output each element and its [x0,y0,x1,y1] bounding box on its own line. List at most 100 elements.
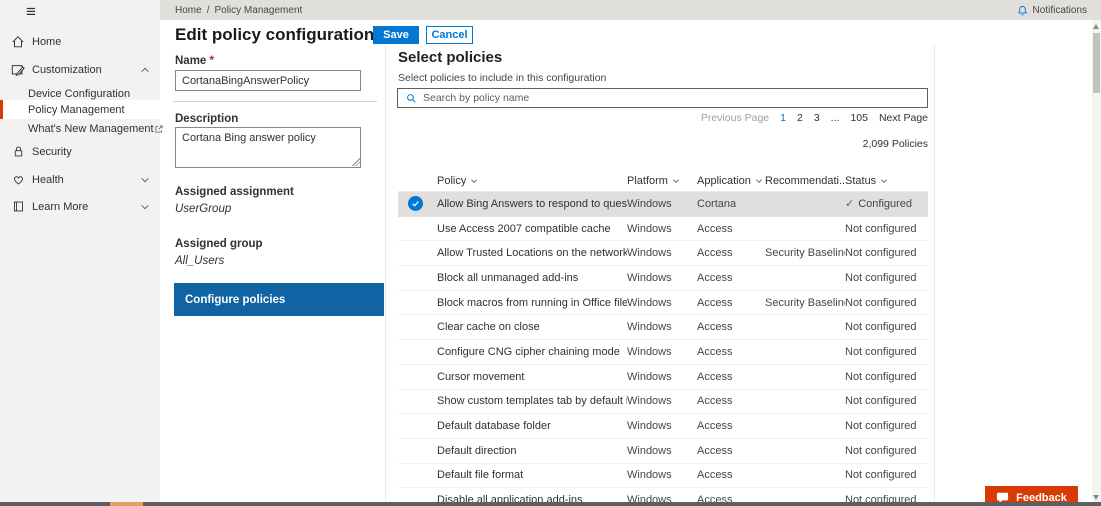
customization-icon [10,63,26,77]
platform-cell: Windows [627,371,697,383]
previous-page-button[interactable]: Previous Page [701,112,769,124]
sidebar-item-security[interactable]: Security [0,142,160,161]
table-row[interactable]: Default file format Windows Access ✓Not … [398,464,928,489]
sidebar-item-learn-more[interactable]: Learn More [0,197,160,216]
configured-check-icon: ✓ [845,198,854,210]
application-cell: Access [697,469,765,481]
name-field[interactable] [175,70,361,91]
status-cell: ✓Not configured [845,321,928,333]
cancel-button[interactable]: Cancel [426,26,473,44]
table-row[interactable]: Cursor movement Windows Access ✓Not conf… [398,365,928,390]
table-body: Allow Bing Answers to respond to questio… [398,192,928,506]
table-row[interactable]: Show custom templates tab by default in … [398,390,928,415]
assigned-assignment-label: Assigned assignment [175,186,294,198]
configure-policies-step[interactable]: Configure policies [174,283,384,316]
notifications-button[interactable]: Notifications [1017,5,1087,16]
application-cell: Access [697,272,765,284]
save-button[interactable]: Save [373,26,419,44]
breadcrumb-policy-management[interactable]: Policy Management [214,5,302,16]
sidebar-item-label: Learn More [32,201,88,213]
column-header-application[interactable]: Application [697,175,765,187]
table-row[interactable]: Default direction Windows Access ✓Not co… [398,439,928,464]
description-label: Description [175,113,238,125]
platform-cell: Windows [627,321,697,333]
sidebar-item-policy-management[interactable]: Policy Management [0,100,160,119]
policy-name-cell: Default file format [437,469,627,481]
description-field[interactable]: Cortana Bing answer policy [175,127,361,168]
column-header-recommendation[interactable]: Recommendati... [765,175,845,187]
name-label: Name * [175,55,214,67]
recommendation-cell: Security Baseline [765,297,845,309]
page-ellipsis: ... [831,112,840,124]
next-page-button[interactable]: Next Page [879,112,928,124]
horizontal-scrollbar-thumb[interactable] [110,502,143,506]
status-cell: ✓Not configured [845,247,928,259]
platform-cell: Windows [627,223,697,235]
table-header: Policy Platform Application Recommendati… [398,170,928,192]
table-row[interactable]: Configure CNG cipher chaining mode Windo… [398,340,928,365]
platform-cell: Windows [627,420,697,432]
status-cell: ✓Not configured [845,420,928,432]
table-row[interactable]: Allow Trusted Locations on the network W… [398,241,928,266]
sidebar-item-health[interactable]: Health [0,170,160,189]
table-row[interactable]: Clear cache on close Windows Access ✓Not… [398,315,928,340]
search-icon [406,93,417,104]
sidebar-item-label: Security [32,146,72,158]
status-cell: ✓Not configured [845,272,928,284]
policy-name-cell: Use Access 2007 compatible cache [437,223,627,235]
sidebar-item-home[interactable]: Home [0,32,160,51]
vertical-scrollbar[interactable] [1092,20,1101,506]
table-row[interactable]: Allow Bing Answers to respond to questio… [398,192,928,217]
breadcrumb-home[interactable]: Home [175,5,202,16]
scrollbar-thumb[interactable] [1093,33,1100,93]
status-cell: ✓Configured [845,197,928,210]
chevron-down-icon [755,177,763,185]
app-window: ≡ Home Customization Device Configuratio… [0,0,1101,506]
chevron-up-icon [140,65,150,75]
chevron-down-icon [880,177,888,185]
horizontal-scrollbar[interactable] [0,502,1101,506]
platform-cell: Windows [627,395,697,407]
scroll-down-arrow-icon[interactable] [1093,495,1099,500]
application-cell: Access [697,371,765,383]
page-title: Edit policy configuration [175,25,374,45]
table-row[interactable]: Block macros from running in Office file… [398,291,928,316]
page-button-2[interactable]: 2 [797,112,803,124]
platform-cell: Windows [627,469,697,481]
policy-name-cell: Allow Trusted Locations on the network [437,247,627,259]
column-header-status[interactable]: Status [845,175,928,187]
search-input[interactable] [423,92,927,104]
policies-count: 2,099 Policies [398,138,928,150]
policy-search-box[interactable] [397,88,928,108]
selected-check-icon[interactable] [408,196,423,211]
page-button-1[interactable]: 1 [780,112,786,124]
page-button-105[interactable]: 105 [850,112,868,124]
table-row[interactable]: Block all unmanaged add-ins Windows Acce… [398,266,928,291]
application-cell: Access [697,420,765,432]
page-button-3[interactable]: 3 [814,112,820,124]
recommendation-cell: Security Baseline [765,247,845,259]
table-row[interactable]: Use Access 2007 compatible cache Windows… [398,217,928,242]
column-header-policy[interactable]: Policy [437,175,627,187]
column-header-platform[interactable]: Platform [627,175,697,187]
platform-cell: Windows [627,297,697,309]
external-link-icon [154,124,164,134]
application-cell: Cortana [697,198,765,210]
topbar: Home / Policy Management Notifications [160,0,1101,20]
platform-cell: Windows [627,272,697,284]
application-cell: Access [697,321,765,333]
platform-cell: Windows [627,346,697,358]
sidebar-item-whats-new-management[interactable]: What's New Management [0,119,160,138]
application-cell: Access [697,445,765,457]
policy-name-cell: Show custom templates tab by default in … [437,395,627,407]
application-cell: Access [697,346,765,358]
breadcrumb-separator: / [207,5,210,16]
scroll-up-arrow-icon[interactable] [1093,24,1099,29]
health-heart-icon [10,173,26,186]
hamburger-menu-icon[interactable]: ≡ [26,2,36,22]
sidebar-item-customization[interactable]: Customization [0,60,160,79]
select-policies-subheading: Select policies to include in this confi… [398,72,606,84]
chevron-down-icon [140,202,150,212]
table-row[interactable]: Default database folder Windows Access ✓… [398,414,928,439]
bell-icon [1017,5,1028,16]
